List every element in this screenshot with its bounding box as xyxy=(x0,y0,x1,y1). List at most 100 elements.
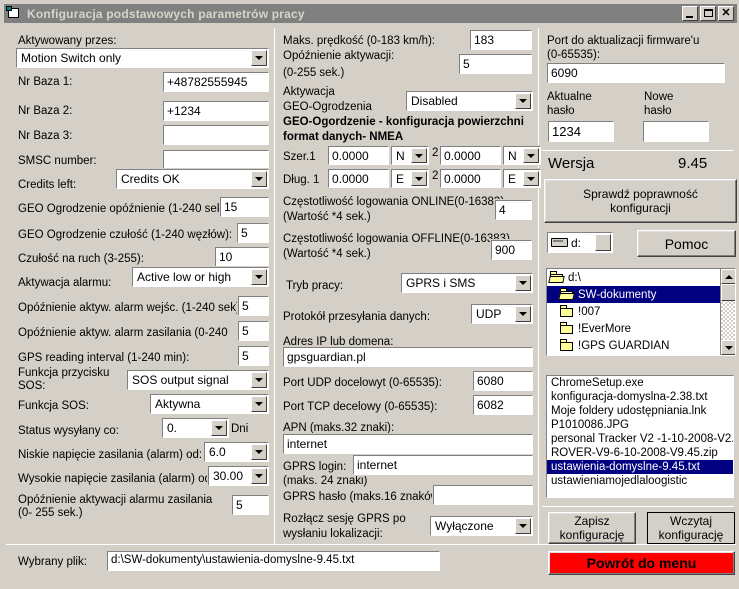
offline-freq-label-line2: (Wartość *4 sek.) xyxy=(283,248,371,260)
chevron-down-icon[interactable] xyxy=(251,444,267,460)
smsc-input[interactable] xyxy=(162,149,270,171)
save-config-button[interactable]: Zapisz konfigurację xyxy=(548,512,636,544)
selected-file-input[interactable]: d:\SW-dokumenty\ustawienia-domyslne-9.45… xyxy=(106,550,441,572)
protocol-combo[interactable]: UDP xyxy=(470,303,534,325)
activation-delay-input[interactable]: 5 xyxy=(458,53,533,75)
folder-list-item[interactable]: SW-dokumenty xyxy=(547,286,720,303)
file-list-item[interactable]: ROVER-V9-6-10-2008-V9.45.zip xyxy=(547,446,733,460)
apn-input[interactable]: internet xyxy=(282,433,534,455)
base2-input[interactable]: +1234 xyxy=(162,100,270,122)
file-list-item[interactable]: ustawienia-domyslne-9.45.txt xyxy=(547,460,733,474)
back-to-menu-button[interactable]: Powrót do menu xyxy=(548,551,735,575)
chevron-down-icon[interactable] xyxy=(523,148,539,163)
base3-input[interactable] xyxy=(162,124,270,146)
longitude1-direction-combo[interactable]: E xyxy=(390,168,430,189)
file-list-item[interactable]: P1010086.JPG xyxy=(547,418,733,432)
latitude2-input[interactable]: 0.0000 xyxy=(439,145,502,166)
chevron-down-icon[interactable] xyxy=(251,468,267,484)
input-alarm-delay-input[interactable]: 5 xyxy=(237,295,270,317)
sos-function-combo[interactable]: Aktywna xyxy=(149,393,270,415)
chevron-down-icon[interactable] xyxy=(411,148,427,163)
online-freq-input[interactable]: 4 xyxy=(494,199,533,221)
current-password-input[interactable]: 1234 xyxy=(547,120,615,143)
gprs-password-input[interactable] xyxy=(432,484,534,506)
firmware-port-input[interactable]: 6090 xyxy=(546,62,726,84)
chevron-down-icon[interactable] xyxy=(251,372,267,388)
disconnect-combo[interactable]: Wyłączone xyxy=(429,515,534,537)
folder-list-item[interactable]: !007 xyxy=(547,303,720,320)
motion-sensitivity-input[interactable]: 10 xyxy=(214,246,270,268)
title-bar[interactable]: Konfiguracja podstawowych parametrów pra… xyxy=(4,4,737,23)
chevron-down-icon[interactable] xyxy=(515,518,531,534)
chevron-down-icon[interactable] xyxy=(251,396,267,412)
chevron-down-icon[interactable] xyxy=(211,420,227,436)
latitude2-direction-combo[interactable]: N xyxy=(502,145,542,166)
geo-activation-combo[interactable]: Disabled xyxy=(405,90,534,112)
folder-scroll-track[interactable] xyxy=(721,284,735,340)
geo-delay-input[interactable]: 15 xyxy=(219,196,270,218)
file-list[interactable]: ChromeSetup.exe konfiguracja-domyslna-2.3… xyxy=(545,374,735,499)
file-list-item[interactable]: personal Tracker V2 -1-10-2008-V2. xyxy=(547,432,733,446)
file-list-item[interactable]: Moje foldery udostępniania.lnk xyxy=(547,404,733,418)
folder-list[interactable]: d:\ SW-dokumenty !007 !EverMore !GPS GUARDIA… xyxy=(545,267,737,357)
offline-freq-input[interactable]: 900 xyxy=(490,239,533,261)
scroll-up-icon[interactable] xyxy=(721,269,735,284)
file-list-item[interactable]: ustawieniamojedlaloogistic xyxy=(547,474,733,488)
folder-list-item[interactable]: d:\ xyxy=(547,269,720,286)
power-alarm-act-delay-input[interactable]: 5 xyxy=(231,494,270,516)
load-config-button[interactable]: Wczytaj konfigurację xyxy=(647,512,735,544)
chevron-down-icon[interactable] xyxy=(523,171,539,186)
status-interval-combo[interactable]: 0. xyxy=(161,417,230,439)
chevron-down-icon[interactable] xyxy=(515,93,531,109)
chevron-down-icon[interactable] xyxy=(515,275,531,291)
close-button[interactable]: ✕ xyxy=(718,6,734,21)
folder-scroll-thumb[interactable] xyxy=(721,284,735,301)
latitude2-direction-value: N xyxy=(508,148,517,163)
gps-interval-input[interactable]: 5 xyxy=(237,345,270,367)
chevron-down-icon[interactable] xyxy=(595,234,611,251)
folder-list-scrollbar[interactable] xyxy=(720,269,735,355)
max-speed-input[interactable]: 183 xyxy=(469,29,533,51)
check-config-button[interactable]: Sprawdź poprawność konfiguracji xyxy=(544,179,737,223)
sos-button-combo[interactable]: SOS output signal xyxy=(126,369,270,391)
longitude2-direction-combo[interactable]: E xyxy=(502,168,542,189)
power-alarm-delay-input[interactable]: 5 xyxy=(237,320,270,342)
scroll-down-icon[interactable] xyxy=(721,340,735,355)
chevron-down-icon[interactable] xyxy=(251,50,267,66)
gprs-login-input[interactable]: internet xyxy=(352,454,534,476)
geo-activation-label-line1: Aktywacja xyxy=(283,86,335,98)
latitude1-input[interactable]: 0.0000 xyxy=(327,145,390,166)
maximize-button[interactable] xyxy=(700,6,716,21)
folder-list-item-label: !EverMore xyxy=(578,322,632,335)
file-list-item-label: ROVER-V9-6-10-2008-V9.45.zip xyxy=(551,447,718,459)
folder-list-item[interactable]: !EverMore xyxy=(547,320,720,337)
high-voltage-combo[interactable]: 30.00 xyxy=(207,465,270,487)
ip-input[interactable]: gpsguardian.pl xyxy=(282,346,534,368)
low-voltage-combo[interactable]: 6.0 xyxy=(203,441,270,463)
folder-list-item[interactable]: !GPS GUARDIAN xyxy=(547,337,720,354)
chevron-down-icon[interactable] xyxy=(251,171,267,187)
file-list-item[interactable]: ChromeSetup.exe xyxy=(547,376,733,390)
tcp-port-input[interactable]: 6082 xyxy=(472,394,534,416)
chevron-down-icon[interactable] xyxy=(251,269,267,285)
geo-activation-label-line2: GEO-Ogrodzenia xyxy=(283,101,372,113)
credits-combo[interactable]: Credits OK xyxy=(115,168,270,190)
latitude1-direction-combo[interactable]: N xyxy=(390,145,430,166)
power-alarm-act-delay-label-line2: (0- 255 sek.) xyxy=(18,507,83,519)
new-password-input[interactable] xyxy=(642,120,710,143)
drive-select-combo[interactable]: d: xyxy=(546,231,614,254)
help-button[interactable]: Pomoc xyxy=(637,230,736,257)
longitude1-input[interactable]: 0.0000 xyxy=(327,168,390,189)
geo-sensitivity-input[interactable]: 5 xyxy=(236,222,270,244)
alarm-activation-combo[interactable]: Active low or high xyxy=(131,266,270,288)
chevron-down-icon[interactable] xyxy=(411,171,427,186)
file-list-item-label: ustawienia-domyslne-9.45.txt xyxy=(551,461,700,473)
longitude2-input[interactable]: 0.0000 xyxy=(439,168,502,189)
chevron-down-icon[interactable] xyxy=(515,306,531,322)
file-list-item[interactable]: konfiguracja-domyslna-2.38.txt xyxy=(547,390,733,404)
activated-by-combo[interactable]: Motion Switch only xyxy=(15,47,270,69)
work-mode-combo[interactable]: GPRS i SMS xyxy=(400,272,534,294)
base1-input[interactable]: +48782555945 xyxy=(162,71,270,93)
udp-port-input[interactable]: 6080 xyxy=(472,370,534,392)
minimize-button[interactable] xyxy=(682,6,698,21)
